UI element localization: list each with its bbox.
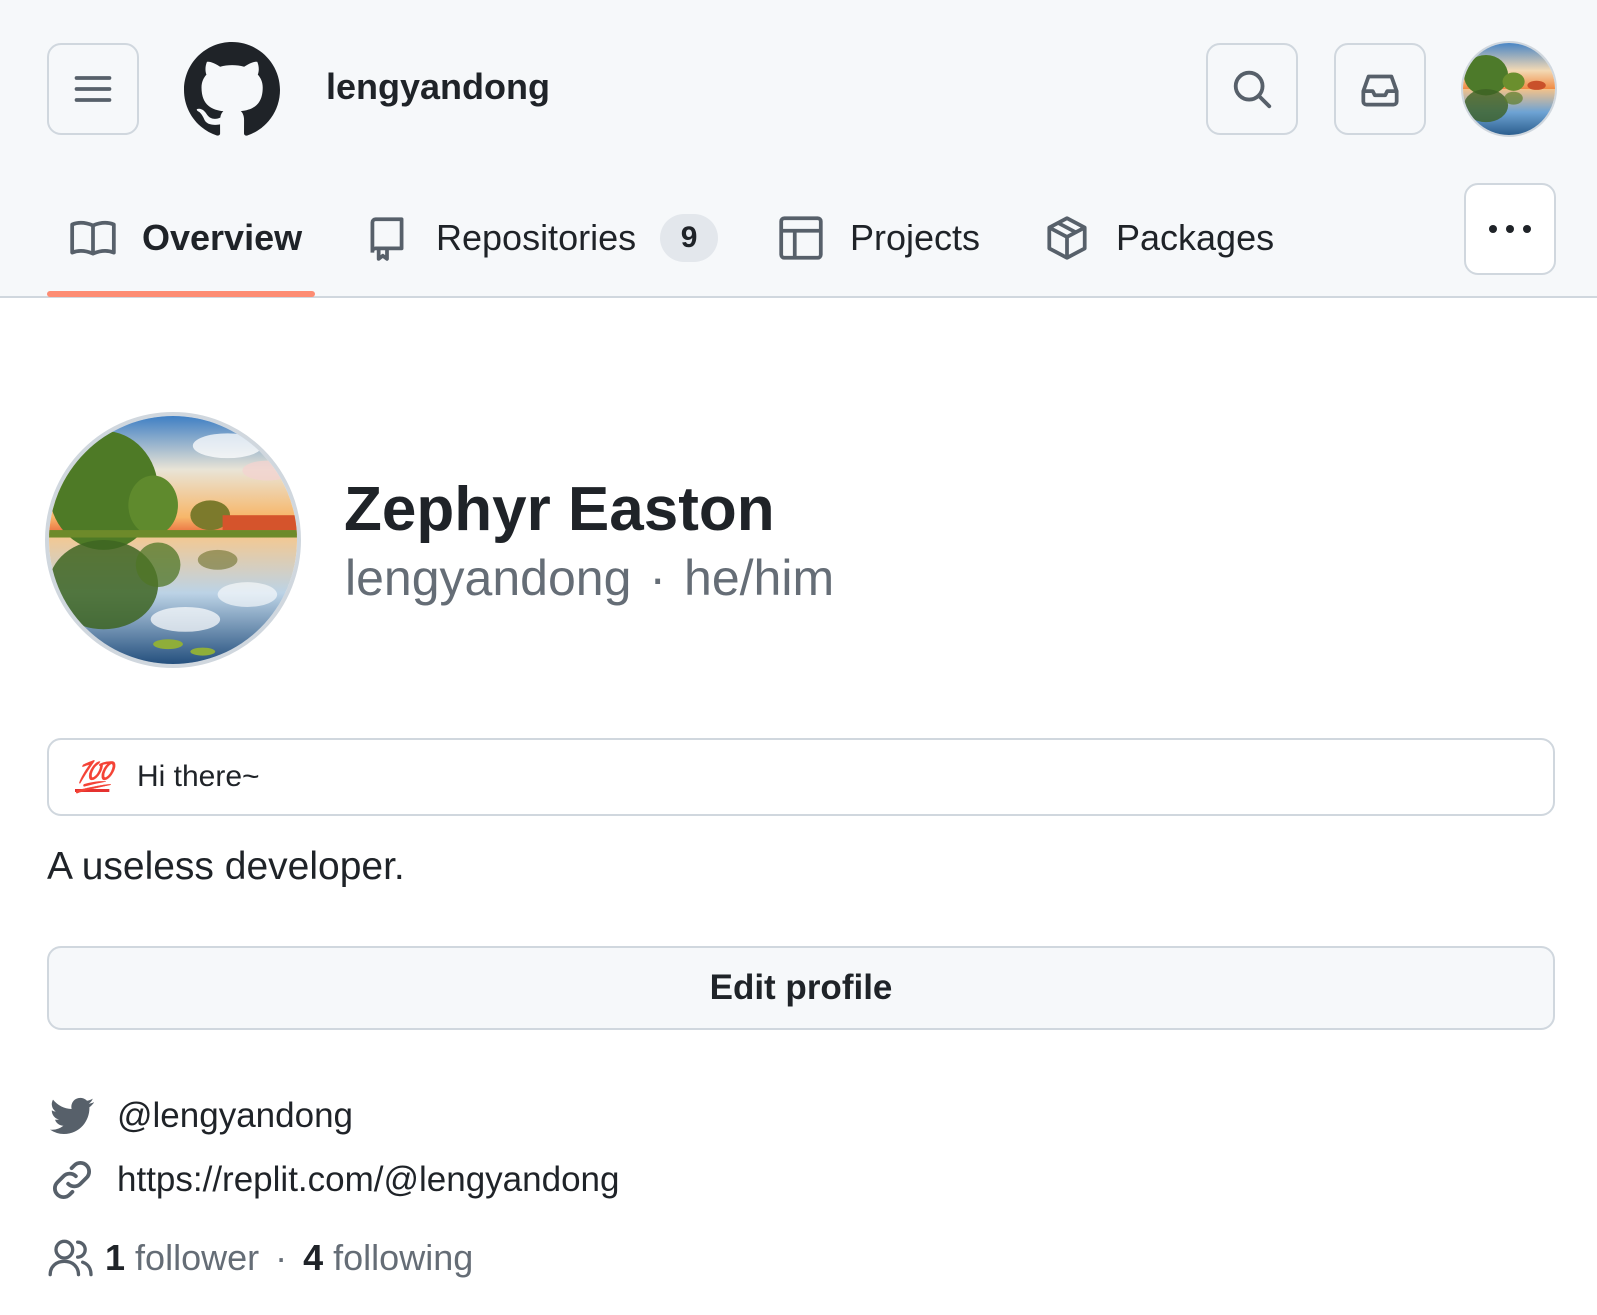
followers-count: 1 <box>105 1237 126 1278</box>
follow-stats: 1 follower · 4 following <box>47 1232 473 1284</box>
tab-packages-label: Packages <box>1116 217 1275 258</box>
user-status[interactable]: 💯 Hi there~ <box>47 738 1555 816</box>
search-button[interactable] <box>1206 43 1298 135</box>
profile-pronouns: he/him <box>684 550 835 606</box>
following-link[interactable]: 4 following <box>303 1237 473 1279</box>
more-tabs-button[interactable] <box>1464 183 1556 275</box>
book-icon <box>70 220 116 256</box>
link-icon <box>47 1155 97 1205</box>
repositories-count-badge: 9 <box>660 214 719 262</box>
package-icon <box>1047 216 1087 260</box>
header-username[interactable]: lengyandong <box>326 62 550 112</box>
profile-full-name: Zephyr Easton <box>344 475 775 544</box>
following-label: following <box>333 1237 474 1278</box>
inbox-icon <box>1361 74 1399 107</box>
website-link[interactable]: https://replit.com/@lengyandong <box>117 1160 619 1200</box>
tab-repositories[interactable]: Repositories 9 <box>362 180 719 296</box>
separator-dot: · <box>649 550 667 606</box>
status-text: Hi there~ <box>137 760 260 793</box>
separator-dot: · <box>275 1237 288 1278</box>
profile-login: lengyandong <box>345 550 632 606</box>
edit-profile-button[interactable]: Edit profile <box>47 946 1555 1030</box>
profile-avatar[interactable] <box>45 412 301 668</box>
twitter-handle-link[interactable]: @lengyandong <box>117 1096 353 1136</box>
followers-link[interactable]: 1 follower <box>105 1237 259 1279</box>
repo-icon <box>370 217 404 261</box>
tab-projects-label: Projects <box>850 217 981 258</box>
three-bars-icon <box>74 76 112 102</box>
following-count: 4 <box>303 1237 324 1278</box>
followers-label: follower <box>135 1237 260 1278</box>
search-icon <box>1233 70 1272 109</box>
table-icon <box>779 216 823 260</box>
selected-tab-indicator <box>47 291 315 297</box>
tab-packages[interactable]: Packages <box>1042 180 1274 296</box>
profile-bio: A useless developer. <box>47 845 405 888</box>
profile-subline: lengyandong · he/him <box>345 548 834 608</box>
kebab-horizontal-icon <box>1489 225 1531 233</box>
tab-overview[interactable]: Overview <box>68 180 302 296</box>
app-header: lengyandong Overview Repositories 9 Proj… <box>0 0 1597 298</box>
hundred-points-icon: 💯 <box>75 760 112 794</box>
tab-overview-label: Overview <box>142 217 303 258</box>
twitter-icon <box>47 1091 97 1141</box>
header-avatar[interactable] <box>1461 41 1557 137</box>
twitter-row: @lengyandong <box>47 1090 353 1142</box>
profile-tabs: Overview Repositories 9 Projects Package… <box>0 180 1597 298</box>
tab-repositories-label: Repositories <box>436 217 637 258</box>
people-icon <box>48 1239 93 1277</box>
inbox-button[interactable] <box>1334 43 1426 135</box>
website-row: https://replit.com/@lengyandong <box>47 1154 619 1206</box>
menu-button[interactable] <box>47 43 139 135</box>
tab-projects[interactable]: Projects <box>776 180 980 296</box>
github-mark-icon[interactable] <box>184 42 280 138</box>
